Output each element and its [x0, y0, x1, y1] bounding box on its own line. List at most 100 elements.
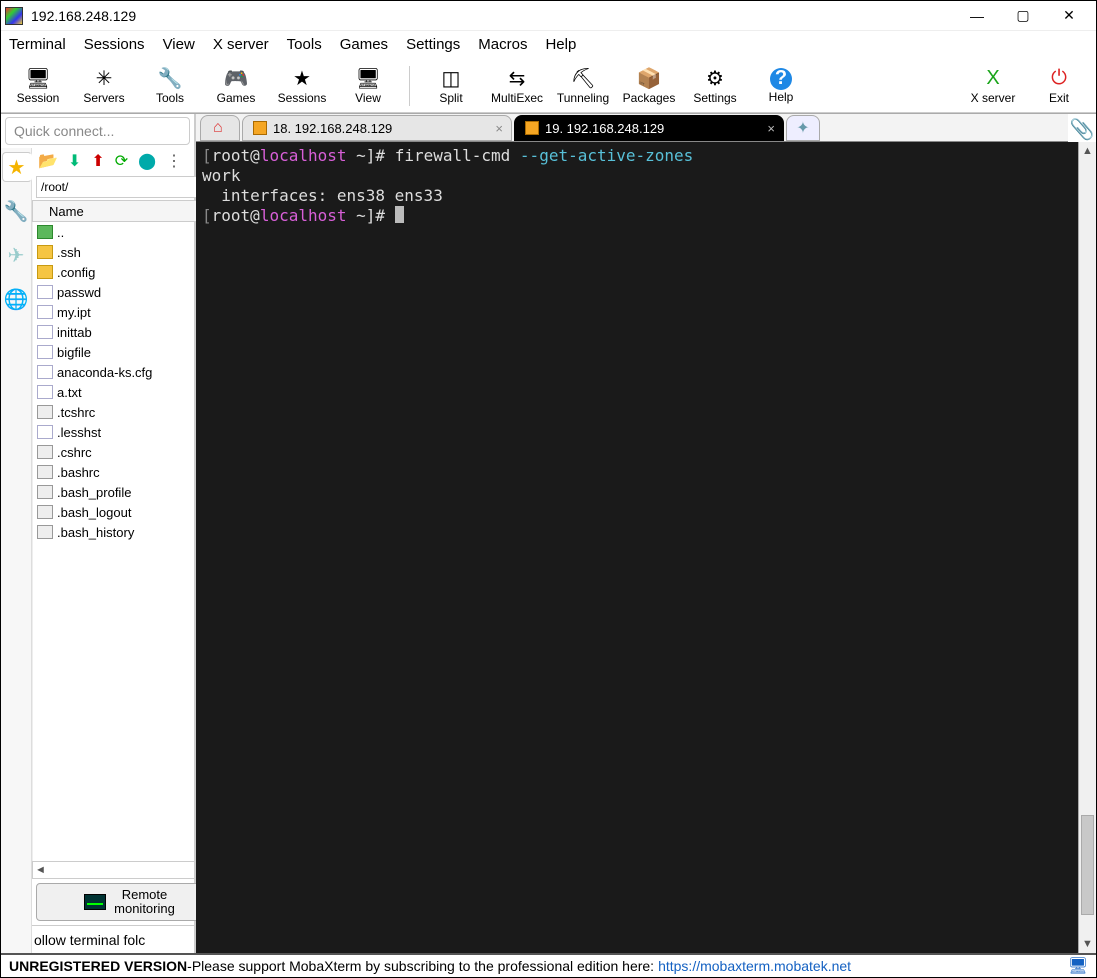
toolbar-packages-button[interactable]: 📦Packages [618, 60, 680, 112]
sftp-download-icon[interactable]: ⬇ [68, 151, 81, 171]
tab-close-icon[interactable]: × [495, 121, 503, 136]
toolbar-tools-button[interactable]: 🔧Tools [139, 60, 201, 112]
scroll-up-icon[interactable]: ▲ [1079, 142, 1096, 160]
prompt-tail: ~]# [347, 146, 395, 165]
toolbar-view-button[interactable]: 🖥View [337, 60, 399, 112]
toolbar-multiexec-button[interactable]: ⇆MultiExec [486, 60, 548, 112]
sftp-newdir-icon[interactable]: ⬤ [138, 151, 156, 171]
session-tabs: ⌂18. 192.168.248.129×19. 192.168.248.129… [196, 114, 1068, 142]
tab-label: 19. 192.168.248.129 [545, 121, 664, 136]
monitor-icon [84, 894, 106, 910]
remote-monitoring-label-1: Remote [114, 888, 175, 902]
side-tab-fav[interactable]: ★ [2, 152, 32, 182]
toolbar-tools-label: Tools [156, 91, 184, 105]
menu-macros[interactable]: Macros [478, 36, 527, 53]
split-icon: ◫ [439, 67, 463, 91]
status-message: Please support MobaXterm by subscribing … [192, 958, 654, 974]
view-icon: 🖥 [356, 67, 380, 91]
menu-help[interactable]: Help [545, 36, 576, 53]
tab-close-icon[interactable]: × [767, 121, 775, 136]
menu-games[interactable]: Games [340, 36, 388, 53]
toolbar-session-button[interactable]: 🖥Session [7, 60, 69, 112]
file-name: .bashrc [57, 465, 100, 480]
toolbar-tunneling-button[interactable]: ⛏Tunneling [552, 60, 614, 112]
status-link[interactable]: https://mobaxterm.mobatek.net [658, 958, 851, 974]
menu-terminal[interactable]: Terminal [9, 36, 66, 53]
file-icon [37, 405, 53, 419]
sessions-icon: ★ [290, 67, 314, 91]
file-name: .bash_history [57, 525, 134, 540]
terminal-out-1: work [202, 166, 241, 185]
toolbar-settings-button[interactable]: ⚙Settings [684, 60, 746, 112]
file-icon [37, 325, 53, 339]
home-icon: ⌂ [213, 119, 223, 137]
file-icon [37, 485, 53, 499]
sftp-upload-icon[interactable]: ⬆ [91, 151, 104, 171]
toolbar: 🖥Session✳Servers🔧Tools🎮Games★Sessions🖥Vi… [1, 57, 1096, 113]
exit-icon: ⏻ [1047, 67, 1071, 91]
tab-add-button[interactable]: ✦ [786, 115, 820, 141]
file-icon [37, 525, 53, 539]
remote-monitoring-button[interactable]: Remote monitoring [36, 883, 223, 921]
terminal-flag: --get-active-zones [520, 146, 693, 165]
status-bar: UNREGISTERED VERSION - Please support Mo… [1, 953, 1096, 977]
terminal-icon [525, 121, 539, 135]
side-tab-globe[interactable]: 🌐 [1, 284, 31, 314]
toolbar-games-button[interactable]: 🎮Games [205, 60, 267, 112]
unregistered-label: UNREGISTERED VERSION [9, 958, 187, 974]
side-tab-strip: ★ 🔧 ✈ 🌐 [1, 148, 32, 953]
side-tab-send[interactable]: ✈ [1, 240, 31, 270]
file-icon [37, 345, 53, 359]
minimize-button[interactable]: — [954, 2, 1000, 30]
file-name: .cshrc [57, 445, 92, 460]
sftp-refresh-icon[interactable]: ⟳ [115, 151, 128, 171]
file-name: .. [57, 225, 64, 240]
packages-icon: 📦 [637, 67, 661, 91]
paperclip-icon[interactable]: 📎 [1068, 114, 1096, 142]
left-panel: Quick connect... ★🔧✈🌐 📂⬇⬆⟳⬤⋮ ✓ Name ...s… [1, 114, 196, 953]
toolbar-packages-label: Packages [623, 91, 676, 105]
sftp-path-input[interactable] [36, 176, 201, 198]
tab-session[interactable]: 19. 192.168.248.129 × [514, 115, 784, 141]
quick-connect-input[interactable]: Quick connect... [5, 117, 190, 145]
tab-home[interactable]: ⌂ [200, 115, 240, 141]
maximize-button[interactable]: ▢ [1000, 2, 1046, 30]
scroll-down-icon[interactable]: ▼ [1079, 935, 1096, 953]
file-name: passwd [57, 285, 101, 300]
toolbar-xserver-button[interactable]: XX server [962, 60, 1024, 112]
tab-label: 18. 192.168.248.129 [273, 121, 392, 136]
terminal[interactable]: [root@localhost ~]# firewall-cmd --get-a… [196, 142, 1078, 953]
games-icon: 🎮 [224, 67, 248, 91]
status-monitor-icon[interactable]: 🖥 [1068, 956, 1088, 976]
prompt-bracket: [ [202, 146, 212, 165]
toolbar-split-label: Split [439, 91, 462, 105]
tools-icon: 🔧 [158, 67, 182, 91]
remote-monitoring-label-2: monitoring [114, 902, 175, 916]
tab-session[interactable]: 18. 192.168.248.129 × [242, 115, 512, 141]
sftp-more-icon[interactable]: ⋮ [166, 151, 182, 171]
terminal-command: firewall-cmd [395, 146, 520, 165]
menu-settings[interactable]: Settings [406, 36, 460, 53]
session-icon: 🖥 [26, 67, 50, 91]
side-tab-tools[interactable]: 🔧 [1, 196, 31, 226]
file-name: bigfile [57, 345, 91, 360]
toolbar-games-label: Games [217, 91, 256, 105]
prompt-host-2: localhost [260, 206, 347, 225]
sftp-open-icon[interactable]: 📂 [38, 151, 58, 171]
menu-tools[interactable]: Tools [287, 36, 322, 53]
close-button[interactable]: ✕ [1046, 2, 1092, 30]
menu-sessions[interactable]: Sessions [84, 36, 145, 53]
menu-view[interactable]: View [163, 36, 195, 53]
file-icon [37, 465, 53, 479]
terminal-scrollbar[interactable]: ▲ ▼ [1078, 142, 1096, 953]
terminal-out-2: interfaces: ens38 ens33 [202, 186, 443, 205]
toolbar-split-button[interactable]: ◫Split [420, 60, 482, 112]
prompt-user-2: root [212, 206, 251, 225]
toolbar-settings-label: Settings [693, 91, 736, 105]
toolbar-help-button[interactable]: ?Help [750, 60, 812, 112]
toolbar-servers-button[interactable]: ✳Servers [73, 60, 135, 112]
toolbar-sessions-button[interactable]: ★Sessions [271, 60, 333, 112]
toolbar-exit-button[interactable]: ⏻Exit [1028, 60, 1090, 112]
prompt-user: root [212, 146, 251, 165]
menu-x-server[interactable]: X server [213, 36, 269, 53]
